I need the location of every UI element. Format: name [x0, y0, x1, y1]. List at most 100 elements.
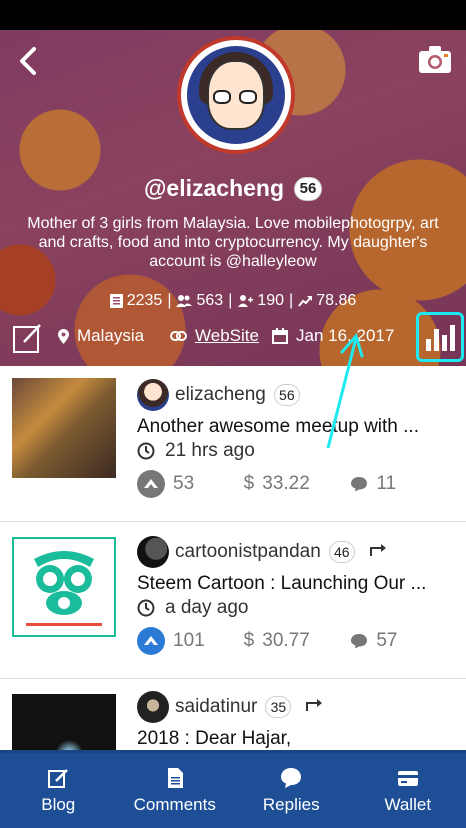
post-time-text: 21 hrs ago: [165, 440, 255, 461]
upvote-icon[interactable]: [137, 627, 165, 655]
tab-comments[interactable]: Comments: [117, 753, 234, 828]
author-row: elizacheng 56: [137, 378, 457, 412]
comment-icon: [351, 634, 368, 649]
dollar-icon: $: [243, 473, 255, 494]
post-title[interactable]: Another awesome meetup with ...: [137, 416, 449, 438]
stat-power[interactable]: 78.86: [298, 292, 356, 310]
divider: |: [167, 292, 172, 309]
stat-posts[interactable]: 2235: [109, 292, 163, 310]
vote-count-text: 53: [173, 473, 195, 494]
tab-blog[interactable]: Blog: [0, 753, 117, 828]
posts-icon: [109, 294, 123, 308]
post-feed: elizacheng 56 Another awesome meetup wit…: [0, 366, 466, 750]
back-button[interactable]: [14, 44, 44, 78]
tab-label: Replies: [262, 794, 320, 814]
post-title[interactable]: 2018 : Dear Hajar,: [137, 728, 449, 750]
bar-chart-icon: [426, 325, 455, 351]
list-item[interactable]: cartoonistpandan 46 Steem Cartoon : Laun…: [0, 523, 466, 679]
divider: |: [228, 292, 233, 309]
list-item[interactable]: saidatinur 35 2018 : Dear Hajar,: [0, 680, 466, 750]
chat-bubble-icon: [281, 767, 302, 788]
post-title[interactable]: Steem Cartoon : Launching Our ...: [137, 573, 449, 595]
post-thumbnail[interactable]: [12, 694, 116, 750]
link-icon: [170, 331, 187, 341]
author-reputation: 35: [265, 696, 292, 718]
following-count: 190: [257, 292, 285, 309]
document-icon: [167, 767, 183, 788]
status-bar: [0, 0, 466, 30]
calendar-icon: [272, 328, 288, 344]
annotation-arrow: [326, 332, 364, 449]
comment-count[interactable]: 11: [350, 473, 457, 495]
avatar[interactable]: [137, 536, 169, 568]
dollar-icon: $: [243, 630, 255, 651]
posts-count: 2235: [126, 292, 163, 309]
profile-stats: 2235 | 563 | 190 | 78.86: [0, 292, 466, 310]
comment-count[interactable]: 57: [350, 630, 457, 652]
power-value: 78.86: [316, 292, 357, 309]
avatar[interactable]: [137, 379, 169, 411]
following-icon: [238, 295, 254, 307]
divider: |: [289, 292, 294, 309]
followers-count: 563: [196, 292, 224, 309]
camera-icon: [419, 46, 451, 73]
post-meta: 53 $ 33.22 11: [137, 470, 457, 498]
payout-text: 30.77: [262, 630, 310, 651]
avatar[interactable]: [137, 691, 169, 723]
wallet-icon: [397, 770, 418, 786]
tab-replies[interactable]: Replies: [233, 753, 350, 828]
website[interactable]: WebSite: [170, 326, 259, 346]
profile-info-row: Malaysia WebSite Jan 16, 2017: [0, 312, 466, 366]
resteem-icon: [369, 543, 387, 562]
stats-chart-button[interactable]: [416, 312, 464, 362]
tab-label: Wallet: [384, 794, 432, 814]
payout[interactable]: $ 33.22: [244, 473, 351, 495]
tab-label: Comments: [133, 794, 216, 814]
author-name[interactable]: cartoonistpandan: [175, 541, 321, 563]
author-name[interactable]: saidatinur: [175, 696, 257, 718]
post-time: 21 hrs ago: [137, 440, 457, 462]
vote-count[interactable]: 53: [137, 470, 244, 498]
author-row: saidatinur 35: [137, 690, 457, 724]
location-pin-icon: [58, 328, 69, 344]
resteem-icon: [305, 698, 323, 717]
owl-logo-icon: [26, 551, 102, 626]
clock-icon: [137, 442, 155, 460]
location: Malaysia: [58, 326, 144, 346]
post-time: a day ago: [137, 597, 457, 619]
post-thumbnail[interactable]: [12, 537, 116, 637]
edit-profile-button[interactable]: [12, 322, 42, 354]
author-reputation: 46: [328, 541, 355, 563]
profile-header: @elizacheng 56 Mother of 3 girls from Ma…: [0, 30, 466, 366]
author-row: cartoonistpandan 46: [137, 535, 457, 569]
back-arrow-icon: [20, 47, 36, 75]
author-name[interactable]: elizacheng: [175, 384, 266, 406]
vote-count[interactable]: 101: [137, 627, 244, 655]
stat-following[interactable]: 190: [237, 292, 284, 310]
tab-label: Blog: [41, 794, 76, 814]
post-meta: 101 $ 30.77 57: [137, 627, 457, 655]
website-link[interactable]: WebSite: [195, 326, 259, 346]
clock-icon: [137, 599, 155, 617]
username: @elizacheng: [143, 175, 285, 201]
camera-button[interactable]: [418, 44, 452, 74]
followers-icon: [176, 295, 193, 307]
list-item[interactable]: elizacheng 56 Another awesome meetup wit…: [0, 366, 466, 522]
payout[interactable]: $ 30.77: [244, 630, 351, 652]
reputation-badge: 56: [294, 176, 323, 201]
edit-icon: [13, 324, 41, 353]
bottom-tab-bar: Blog Comments Replies Wallet: [0, 750, 466, 828]
author-reputation: 56: [273, 384, 300, 406]
post-time-text: a day ago: [165, 597, 249, 618]
comment-icon: [351, 477, 368, 492]
username-row: @elizacheng 56: [0, 175, 466, 202]
post-thumbnail[interactable]: [12, 378, 116, 478]
comment-count-text: 11: [376, 473, 397, 494]
trending-icon: [298, 296, 313, 307]
stat-followers[interactable]: 563: [176, 292, 223, 310]
tab-wallet[interactable]: Wallet: [350, 753, 466, 828]
profile-avatar[interactable]: [177, 36, 295, 154]
profile-bio: Mother of 3 girls from Malaysia. Love mo…: [27, 215, 439, 270]
upvote-icon[interactable]: [137, 470, 165, 498]
vote-count-text: 101: [173, 630, 205, 651]
